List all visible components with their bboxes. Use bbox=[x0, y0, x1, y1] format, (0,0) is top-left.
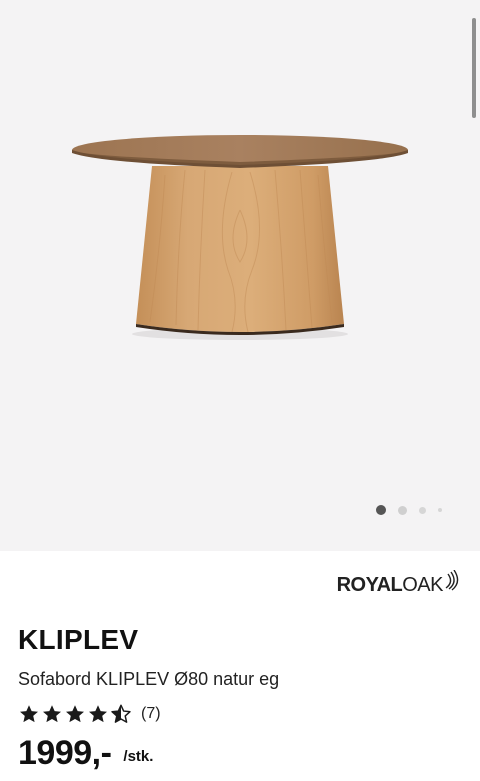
carousel-dot-active[interactable] bbox=[376, 505, 386, 515]
carousel-dots[interactable] bbox=[376, 504, 442, 516]
star-full-icon bbox=[43, 705, 61, 723]
price-row: 1999,- /stk. bbox=[18, 734, 153, 773]
star-half-icon bbox=[111, 704, 131, 723]
product-subtitle: Sofabord KLIPLEV Ø80 natur eg bbox=[18, 669, 280, 689]
review-count[interactable]: (7) bbox=[141, 705, 161, 723]
price-unit: /stk. bbox=[123, 748, 154, 765]
brand-logo[interactable]: ROYALOAK bbox=[336, 569, 460, 597]
brand-name: ROYALOAK bbox=[336, 574, 444, 596]
carousel-dot[interactable] bbox=[438, 508, 442, 512]
star-full-icon bbox=[20, 705, 38, 723]
product-image-gallery[interactable] bbox=[0, 0, 480, 551]
product-image[interactable] bbox=[0, 0, 480, 551]
carousel-dot[interactable] bbox=[398, 505, 407, 515]
product-title: KLIPLEV bbox=[18, 624, 139, 655]
star-full-icon bbox=[89, 705, 107, 723]
scrollbar[interactable] bbox=[472, 18, 476, 118]
rating-stars bbox=[18, 703, 133, 725]
product-rating[interactable]: (7) bbox=[18, 703, 161, 725]
star-full-icon bbox=[66, 705, 84, 723]
product-price: 1999,- bbox=[18, 734, 112, 772]
carousel-dot[interactable] bbox=[419, 506, 426, 514]
brand-arcs-icon bbox=[445, 569, 459, 591]
